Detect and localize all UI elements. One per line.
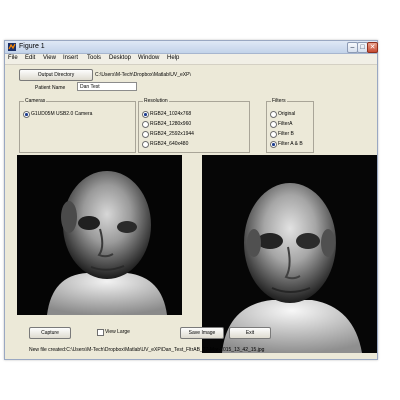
camera-option-label-0: G1UD05M USB2.0 Camera — [31, 111, 93, 117]
menu-window[interactable]: Window — [138, 55, 159, 61]
menu-view[interactable]: View — [43, 55, 56, 61]
filters-group-title: Filters — [271, 98, 287, 104]
close-button[interactable]: ✕ — [367, 42, 378, 53]
resolution-option-label-3: RGB24_640x480 — [150, 141, 189, 147]
menu-tools[interactable]: Tools — [87, 55, 101, 61]
resolution-group-title: Resolution — [143, 98, 169, 104]
status-message: New file created:C:\Users\M-Tech\Dropbox… — [29, 347, 265, 353]
menu-bar: File Edit View Insert Tools Desktop Wind… — [5, 54, 377, 65]
filter-radio-3[interactable] — [270, 141, 277, 148]
left-camera-image — [17, 155, 182, 315]
filter-option-label-0: Original — [278, 111, 296, 117]
filter-option-label-3: Filter A & B — [278, 141, 303, 147]
matlab-icon — [8, 43, 16, 51]
output-path: C:\Users\M-Tech\Dropbox\Matlab\UV_eXP\ — [95, 72, 191, 78]
resolution-radio-3[interactable] — [142, 141, 149, 148]
output-directory-button[interactable]: Output Directory — [19, 69, 93, 81]
patient-name-label: Patient Name — [35, 85, 66, 91]
view-large-label: View Large — [105, 329, 130, 335]
save-image-button[interactable]: Save Image — [180, 327, 224, 339]
filter-option-label-1: FilterA — [278, 121, 293, 127]
resolution-radio-2[interactable] — [142, 131, 149, 138]
resolution-option-label-0: RGB24_1024x768 — [150, 111, 192, 117]
menu-insert[interactable]: Insert — [63, 55, 78, 61]
menu-desktop[interactable]: Desktop — [109, 55, 131, 61]
right-face-photo — [202, 155, 377, 353]
resolution-radio-1[interactable] — [142, 121, 149, 128]
menu-file[interactable]: File — [8, 55, 18, 61]
window-title: Figure 1 — [19, 43, 45, 50]
menu-edit[interactable]: Edit — [25, 55, 35, 61]
left-face-photo — [17, 155, 182, 315]
view-large-checkbox[interactable] — [97, 329, 104, 336]
filter-radio-1[interactable] — [270, 121, 277, 128]
right-camera-image — [202, 155, 377, 353]
resolution-option-label-1: RGB24_1280x960 — [150, 121, 192, 127]
title-bar[interactable]: Figure 1 – □ ✕ — [5, 41, 378, 54]
resolution-group: Resolution RGB24_1024x768 RGB24_1280x960… — [138, 98, 250, 153]
menu-help[interactable]: Help — [167, 55, 179, 61]
cameras-group: Cameras G1UD05M USB2.0 Camera — [19, 98, 136, 153]
capture-button[interactable]: Capture — [29, 327, 71, 339]
filter-option-label-2: Filter B — [278, 131, 294, 137]
camera-radio-0[interactable] — [23, 111, 30, 118]
resolution-radio-0[interactable] — [142, 111, 149, 118]
cameras-group-title: Cameras — [24, 98, 47, 104]
filter-radio-2[interactable] — [270, 131, 277, 138]
figure-window: Figure 1 – □ ✕ File Edit View Insert Too… — [4, 40, 378, 360]
patient-name-input[interactable]: Dan Test — [77, 82, 137, 91]
exit-button[interactable]: Exit — [229, 327, 271, 339]
filter-radio-0[interactable] — [270, 111, 277, 118]
filters-group: Filters Original FilterA Filter B Filter… — [266, 98, 314, 153]
resolution-option-label-2: RGB24_2592x1944 — [150, 131, 194, 137]
